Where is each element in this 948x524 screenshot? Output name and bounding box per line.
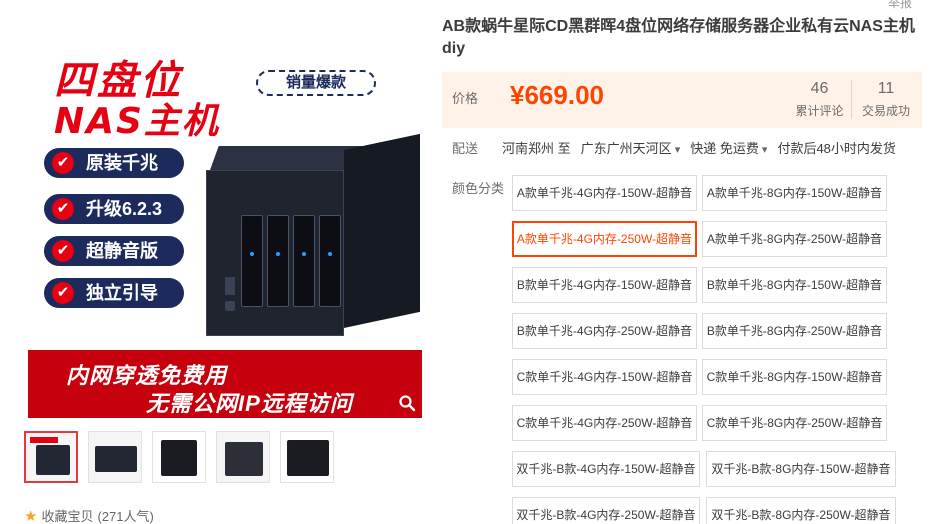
product-title: AB款蜗牛星际CD黑群晖4盘位网络存储服务器企业私有云NAS主机diy [442,18,915,57]
sku-option[interactable]: B款单千兆-4G内存-150W-超静音 [512,267,697,303]
feature-badge: ✔ 升级6.2.3 [44,194,184,224]
thumbnail[interactable] [152,431,206,483]
shipping-label: 配送 [452,141,479,156]
shipping-method-select[interactable]: 快递 免运费 [690,138,767,157]
thumbnail-strip [24,431,344,485]
options-label: 颜色分类 [452,181,505,196]
feature-badge: ✔ 超静音版 [44,236,184,266]
sales-stat: 11 交易成功 [856,80,916,119]
thumbnail[interactable] [280,431,334,483]
promo-subtitle: NAS主机 [54,101,220,142]
thumbnail[interactable] [88,431,142,483]
favorite-count: (271人气) [97,509,154,524]
product-gallery: 四盘位 NAS主机 销量爆款 ✔ 原装千兆 ✔ 升级6.2.3 ✔ 超静音版 ✔ 独立引… [0,0,440,524]
sku-option[interactable]: 双千兆-B款-4G内存-150W-超静音 [512,451,700,487]
sku-option-selected[interactable]: A款单千兆-4G内存-250W-超静音 [512,221,697,257]
feature-badge: ✔ 原装千兆 [44,148,184,178]
sku-option[interactable]: B款单千兆-8G内存-150W-超静音 [702,267,887,303]
sku-option[interactable]: A款单千兆-8G内存-150W-超静音 [702,175,887,211]
favorite-button[interactable]: ★ 收藏宝贝 (271人气) [24,506,154,524]
sku-option[interactable]: C款单千兆-8G内存-250W-超静音 [702,405,887,441]
star-icon: ★ [24,507,38,524]
thumbnail[interactable] [24,431,78,483]
price-label: 价格 [452,91,479,106]
thumbnail[interactable] [216,431,270,483]
reviews-count: 46 [810,80,829,97]
sku-option[interactable]: A款单千兆-8G内存-250W-超静音 [702,221,887,257]
nas-device-illustration [192,133,422,336]
sku-option[interactable]: C款单千兆-8G内存-150W-超静音 [702,359,887,395]
sku-option[interactable]: B款单千兆-4G内存-250W-超静音 [512,313,697,349]
sku-option[interactable]: C款单千兆-4G内存-150W-超静音 [512,359,697,395]
promo-banner: 内网穿透免费用 无需公网IP远程访问 [28,350,422,418]
sku-option[interactable]: 双千兆-B款-4G内存-250W-超静音 [512,497,700,524]
check-icon: ✔ [52,282,74,304]
feature-badge: ✔ 独立引导 [44,278,184,308]
check-icon: ✔ [52,240,74,262]
dispatch-time: 付款后48小时内发货 [777,141,896,156]
check-icon: ✔ [52,198,74,220]
zoom-icon[interactable] [398,394,416,412]
sku-option[interactable]: A款单千兆-4G内存-150W-超静音 [512,175,697,211]
sku-option[interactable]: C款单千兆-4G内存-250W-超静音 [512,405,697,441]
destination-select[interactable]: 广东广州天河区 [581,138,681,157]
sales-label: 交易成功 [861,104,910,118]
banner-line: 无需公网IP远程访问 [146,391,353,416]
shipping-row: 配送 河南郑州 至 广东广州天河区 快递 免运费 付款后48小时内发货 [452,138,896,157]
reviews-stat[interactable]: 46 累计评论 [788,80,852,119]
sku-option[interactable]: 双千兆-B款-8G内存-250W-超静音 [706,497,896,524]
favorite-label: 收藏宝贝 [41,509,94,524]
price-value: ¥669.00 [510,80,604,110]
main-product-image[interactable]: 四盘位 NAS主机 销量爆款 ✔ 原装千兆 ✔ 升级6.2.3 ✔ 超静音版 ✔ 独立引… [28,42,422,418]
price-panel: 价格 ¥669.00 46 累计评论 11 交易成功 [442,72,922,128]
sku-option[interactable]: B款单千兆-8G内存-250W-超静音 [702,313,887,349]
product-detail: 举报 AB款蜗牛星际CD黑群晖4盘位网络存储服务器企业私有云NAS主机diy 价… [442,0,948,524]
shipping-origin: 河南郑州 至 [502,141,571,156]
sales-badge: 销量爆款 [256,70,376,96]
sales-count: 11 [877,80,895,97]
sku-option[interactable]: 双千兆-B款-8G内存-150W-超静音 [706,451,896,487]
report-link[interactable]: 举报 [888,0,912,11]
reviews-label: 累计评论 [795,104,844,118]
check-icon: ✔ [52,152,74,174]
